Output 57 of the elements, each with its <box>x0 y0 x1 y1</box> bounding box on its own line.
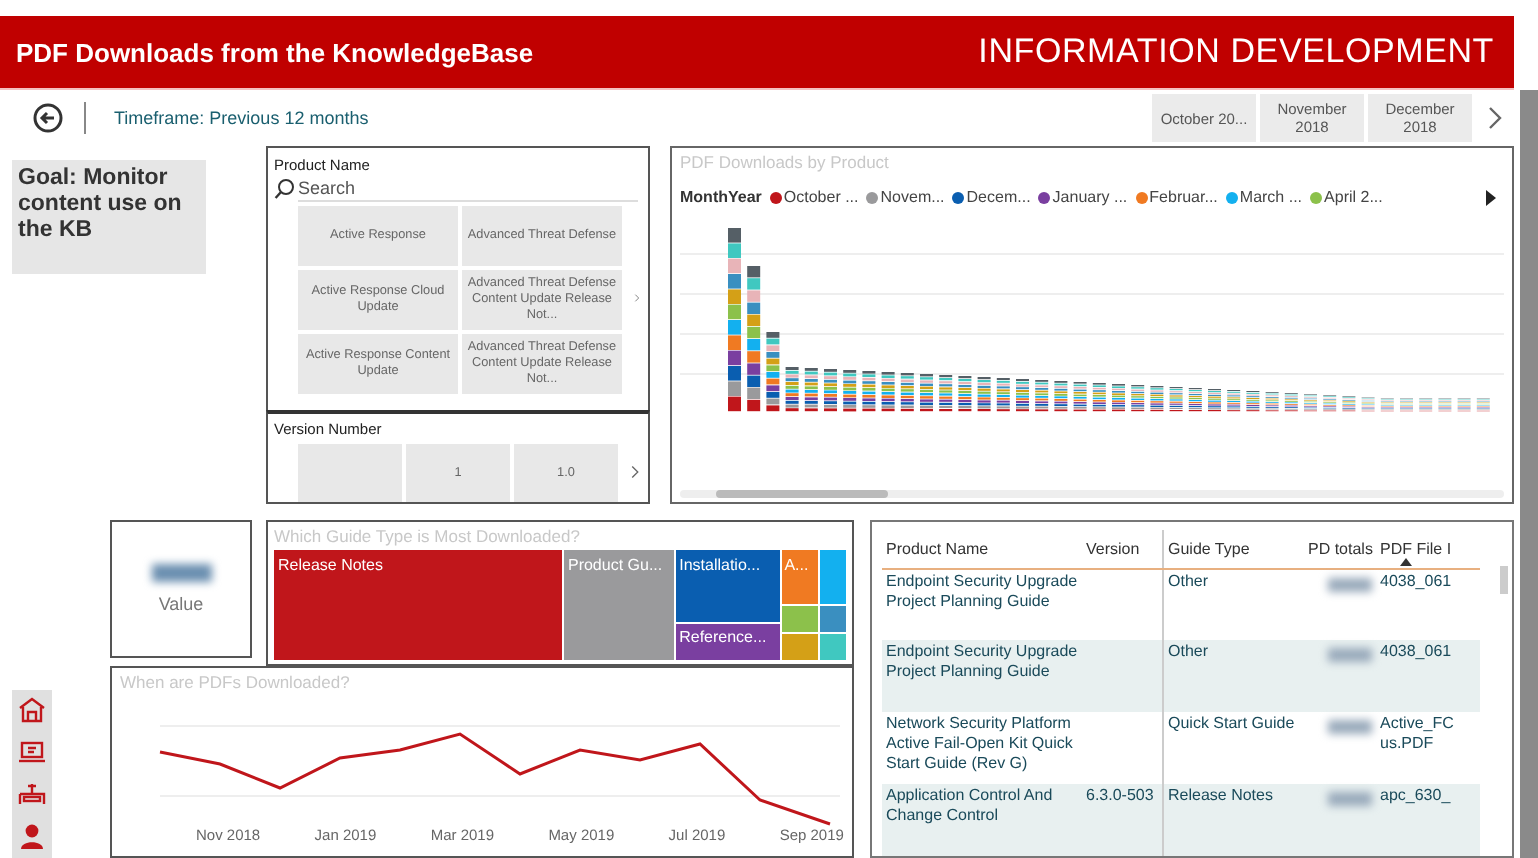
report-title: PDF Downloads from the KnowledgeBase <box>16 37 534 67</box>
column-header[interactable]: Product Name <box>882 530 1082 568</box>
treemap-tile[interactable] <box>782 634 819 660</box>
slicer-tile[interactable] <box>298 444 402 502</box>
redacted-value <box>1328 577 1372 591</box>
brand-title: INFORMATION DEVELOPMENT <box>978 32 1494 72</box>
legend-label: October ... <box>783 188 859 206</box>
redacted-value <box>1328 792 1372 806</box>
legend-label: April 2... <box>1324 188 1383 206</box>
treemap-tile[interactable] <box>820 550 846 604</box>
legend-label: Decem... <box>966 188 1031 206</box>
treemap-tile[interactable]: Installatio... <box>675 550 781 622</box>
legend-label: January ... <box>1052 188 1128 206</box>
legend-next-icon[interactable] <box>1486 189 1496 205</box>
table-cell: Application Control And Change Control <box>882 784 1082 856</box>
column-header[interactable]: PD totals <box>1304 530 1376 568</box>
goal-note: Goal: Monitor content use on the KB <box>12 160 206 274</box>
treemap-tile[interactable] <box>782 606 819 632</box>
chevron-right-icon[interactable] <box>1486 106 1504 130</box>
column-header[interactable]: PDF File I <box>1376 530 1480 568</box>
legend-label: March ... <box>1239 188 1303 206</box>
table-cell: 4038_061 <box>1376 568 1480 640</box>
timeframe-label: Timeframe: Previous 12 months <box>114 108 369 128</box>
table-cell: apc_630_ <box>1376 784 1480 856</box>
sort-icon[interactable] <box>1400 557 1412 565</box>
vertical-scrollbar[interactable] <box>1500 566 1508 594</box>
legend-label: Februar... <box>1149 188 1218 206</box>
back-icon[interactable] <box>32 102 64 134</box>
desk-icon[interactable] <box>18 780 46 808</box>
redacted-value <box>1328 720 1372 734</box>
column-header[interactable]: Version <box>1082 530 1163 568</box>
table-cell: Other <box>1163 640 1304 712</box>
treemap-tile[interactable]: Release Notes <box>274 550 562 660</box>
table-cell <box>1082 640 1163 712</box>
legend-title: MonthYear <box>680 188 762 206</box>
table-cell: 6.3.0-503 <box>1082 784 1163 856</box>
home-icon[interactable] <box>18 696 46 724</box>
table-cell: Network Security Platform Active Fail-Open Kit Quick Start Guide (Rev G) <box>882 712 1082 784</box>
treemap-tile[interactable] <box>820 634 846 660</box>
table-cell: Endpoint Security Upgrade Project Planning Guide <box>882 640 1082 712</box>
page-scrollbar[interactable] <box>1520 90 1538 858</box>
laptop-icon[interactable] <box>18 738 46 766</box>
scrollbar-thumb[interactable] <box>716 490 888 498</box>
table-cell: Active_FC us.PDF <box>1376 712 1480 784</box>
user-icon[interactable] <box>18 822 46 850</box>
treemap-tile[interactable] <box>820 606 846 632</box>
redacted-value <box>1328 648 1372 662</box>
search-icon <box>274 177 294 199</box>
table-cell: 4038_061 <box>1376 640 1480 712</box>
table-cell: Release Notes <box>1163 784 1304 856</box>
legend-label: Novem... <box>880 188 945 206</box>
table-cell: Endpoint Security Upgrade Project Planning Guide <box>882 568 1082 640</box>
chevron-right-icon[interactable] <box>630 460 640 484</box>
treemap-tile[interactable]: Reference... <box>675 624 781 660</box>
redacted-value <box>151 564 211 582</box>
card-label: Value <box>158 594 204 614</box>
column-header[interactable]: Guide Type <box>1163 530 1304 568</box>
